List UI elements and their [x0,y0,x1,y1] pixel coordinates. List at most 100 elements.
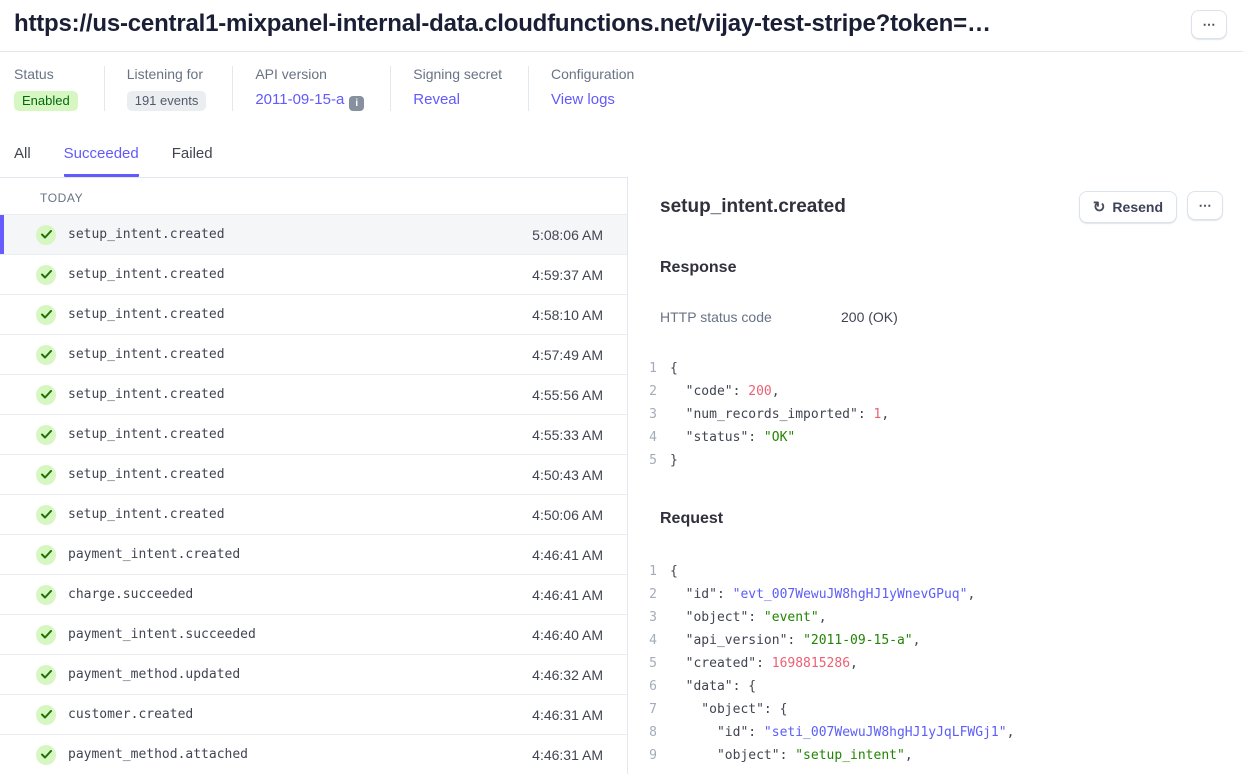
code-token: , [772,384,780,399]
event-name: payment_intent.succeeded [68,627,532,642]
line-number: 2 [643,380,657,403]
event-time: 4:55:33 AM [532,427,603,443]
code-token: , [913,633,921,648]
event-row[interactable]: payment_method.updated4:46:32 AM [0,655,627,695]
code-line: 5} [643,449,1223,472]
code-line: 9 "object": "setup_intent", [643,744,1223,767]
info-icon[interactable]: i [349,96,364,111]
event-row[interactable]: setup_intent.created4:55:33 AM [0,415,627,455]
line-number: 4 [643,629,657,652]
code-token: "code": [670,384,748,399]
event-row[interactable]: setup_intent.created4:59:37 AM [0,255,627,295]
meta-label-listening-for: Listening for [127,66,207,82]
signing-secret-link[interactable]: Reveal [413,91,460,108]
line-number: 3 [643,606,657,629]
code-token: 1698815286 [772,656,850,671]
code-token: { [670,564,678,579]
code-token: "OK" [764,430,795,445]
event-row[interactable]: customer.created4:46:31 AM [0,695,627,735]
code-text: "id": "evt_007WewuJW8hgHJ1yWnevGPuq", [670,583,975,606]
code-token: "id": [670,587,733,602]
http-status-value: 200 (OK) [841,309,898,325]
api-version-link[interactable]: 2011-09-15-a [255,91,344,108]
event-row[interactable]: setup_intent.created4:50:43 AM [0,455,627,495]
event-row[interactable]: payment_method.attached4:46:31 AM [0,735,627,774]
event-row[interactable]: charge.succeeded4:46:41 AM [0,575,627,615]
event-time: 5:08:06 AM [532,227,603,243]
event-time: 4:59:37 AM [532,267,603,283]
tab-bar: All Succeeded Failed [0,127,1243,177]
tab-failed[interactable]: Failed [172,145,213,177]
meta-label-status: Status [14,66,78,82]
code-token: "event" [764,610,819,625]
code-line: 8 "id": "seti_007WewuJW8hgHJ1yJqLFWGj1", [643,721,1223,744]
event-rows: setup_intent.created5:08:06 AMsetup_inte… [0,215,627,774]
code-text: "object": "event", [670,606,827,629]
code-token: "status": [670,430,764,445]
code-line: 1{ [643,357,1223,380]
event-row[interactable]: setup_intent.created4:50:06 AM [0,495,627,535]
header-overflow-button[interactable]: ⋯ [1191,10,1227,39]
event-row[interactable]: setup_intent.created5:08:06 AM [0,215,627,255]
code-line: 5 "created": 1698815286, [643,652,1223,675]
check-icon [36,385,56,405]
event-name: setup_intent.created [68,507,532,522]
code-token: { [670,361,678,376]
code-token: "object": { [670,702,787,717]
code-text: "status": "OK" [670,426,795,449]
resend-button[interactable]: ↻ Resend [1079,191,1177,223]
check-icon [36,545,56,565]
event-row[interactable]: setup_intent.created4:58:10 AM [0,295,627,335]
code-text: "created": 1698815286, [670,652,858,675]
meta-bar: StatusEnabledListening for191 eventsAPI … [0,52,1243,127]
event-time: 4:58:10 AM [532,307,603,323]
code-text: "object": "setup_intent", [670,744,913,767]
meta-label-api-version: API version [255,66,364,82]
code-text: } [670,449,678,472]
code-line: 7 "object": { [643,698,1223,721]
event-name: setup_intent.created [68,387,532,402]
code-token: , [819,610,827,625]
code-text: "code": 200, [670,380,780,403]
code-token: "2011-09-15-a" [803,633,913,648]
detail-overflow-button[interactable]: ⋯ [1187,191,1223,220]
check-icon [36,425,56,445]
meta-item-configuration: ConfigurationView logs [528,66,660,111]
code-line: 6 "data": { [643,675,1223,698]
event-name: charge.succeeded [68,587,532,602]
resend-icon: ↻ [1093,200,1106,215]
configuration-link[interactable]: View logs [551,91,615,108]
tab-all[interactable]: All [14,145,31,177]
event-name: setup_intent.created [68,227,532,242]
code-token: "object": [670,748,795,763]
page-header: https://us-central1-mixpanel-internal-da… [0,0,1243,52]
event-row[interactable]: setup_intent.created4:55:56 AM [0,375,627,415]
check-icon [36,705,56,725]
event-name: setup_intent.created [68,267,532,282]
meta-value-configuration: View logs [551,91,634,109]
events-count-badge: 191 events [127,91,207,111]
detail-title: setup_intent.created [660,196,846,218]
line-number: 5 [643,652,657,675]
code-line: 1{ [643,560,1223,583]
response-heading: Response [660,259,1223,277]
meta-item-listening-for: Listening for 191 events [104,66,233,111]
tab-succeeded[interactable]: Succeeded [64,145,139,177]
code-token: , [967,587,975,602]
code-text: "object": { [670,698,787,721]
event-time: 4:46:40 AM [532,627,603,643]
request-heading: Request [660,510,1223,528]
code-token: , [1007,725,1015,740]
code-token: "seti_007WewuJW8hgHJ1yJqLFWGj1" [764,725,1007,740]
line-number: 3 [643,403,657,426]
event-row[interactable]: setup_intent.created4:57:49 AM [0,335,627,375]
meta-value-signing-secret: Reveal [413,91,502,109]
event-row[interactable]: payment_intent.succeeded4:46:40 AM [0,615,627,655]
code-token: "id": [670,725,764,740]
check-icon [36,745,56,765]
event-list-panel: TODAY setup_intent.created5:08:06 AMsetu… [0,177,628,774]
event-name: setup_intent.created [68,307,532,322]
event-time: 4:46:31 AM [532,747,603,763]
check-icon [36,465,56,485]
event-row[interactable]: payment_intent.created4:46:41 AM [0,535,627,575]
